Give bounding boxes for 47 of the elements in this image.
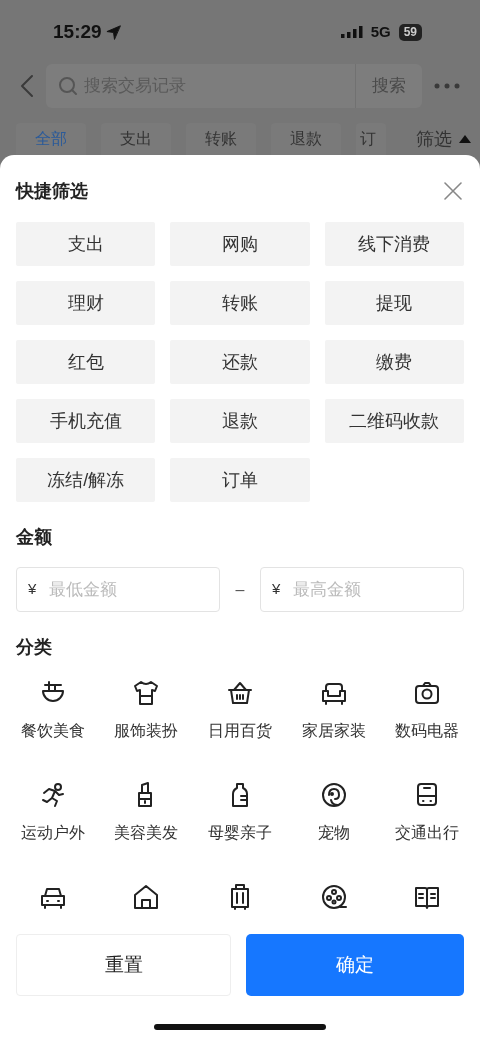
filter-chip[interactable]: 还款 [170,340,310,384]
filter-chip[interactable]: 提现 [324,281,464,325]
currency-symbol: ¥ [272,579,281,599]
house-icon[interactable] [132,883,161,911]
filter-chip[interactable]: 支出 [16,222,156,266]
filter-chip[interactable]: 冻结/解冻 [16,458,156,502]
shirt-icon[interactable] [132,679,161,707]
category-label[interactable]: 餐饮美食 [20,719,85,743]
film-reel-icon[interactable] [319,883,348,911]
filter-chip[interactable]: 订单 [170,458,310,502]
filter-chip[interactable]: 线下消费 [324,222,464,266]
filter-chip[interactable]: 缴费 [324,340,464,384]
range-separator: – [234,579,246,600]
battery-indicator: 59 [398,23,422,41]
category-label[interactable]: 母婴亲子 [208,821,272,845]
filter-chip[interactable]: 手机充值 [16,399,156,443]
network-label: 5G [370,21,391,42]
basket-icon[interactable] [226,679,254,707]
filter-chip[interactable]: 红包 [16,340,156,384]
category-label[interactable]: 服饰装扮 [114,719,179,743]
more-icon[interactable] [434,83,460,89]
category-label[interactable]: 交通出行 [395,821,460,845]
close-icon[interactable] [444,182,462,200]
category-label[interactable]: 宠物 [317,821,350,845]
category-label[interactable]: 美容美发 [114,821,179,845]
filter-chip[interactable]: 转账 [170,281,310,325]
filter-chip[interactable]: 二维码收款 [324,399,464,443]
filter-chip[interactable]: 退款 [170,399,310,443]
category-label[interactable]: 日用百货 [208,719,272,743]
category-label[interactable]: 运动户外 [20,821,85,845]
filter-chip[interactable]: 网购 [170,222,310,266]
category-label[interactable]: 家居家装 [301,719,366,743]
confirm-button[interactable]: 确定 [246,934,464,996]
location-arrow-icon [105,24,121,40]
category-label[interactable]: 数码电器 [395,719,460,743]
reset-button[interactable]: 重置 [16,934,231,996]
filter-chip[interactable]: 理财 [16,281,156,325]
section-title: 金额 [15,526,53,549]
status-time: 15:29 [53,19,102,44]
currency-symbol: ¥ [28,579,37,599]
back-icon[interactable] [20,74,34,98]
caret-up-icon [458,134,472,144]
section-title: 分类 [15,636,53,659]
camera-icon[interactable] [413,679,442,707]
search-icon [58,76,78,96]
sheet-title: 快捷筛选 [16,179,88,203]
signal-icon [339,25,366,39]
